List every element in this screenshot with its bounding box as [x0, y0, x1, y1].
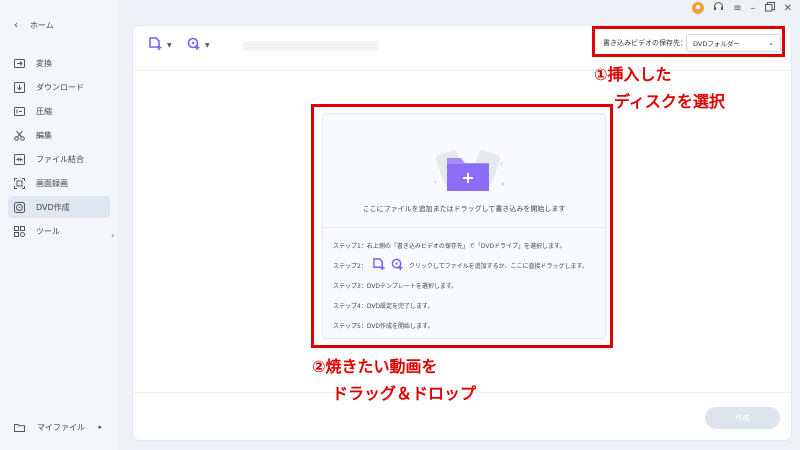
add-file-button[interactable]: ▼ — [149, 36, 172, 55]
annotation-text-1-line2: ディスクを選択 — [614, 92, 725, 111]
sidebar-item-label: 圧縮 — [36, 106, 52, 116]
close-icon[interactable]: ✕ — [784, 3, 792, 14]
sidebar-item-convert[interactable]: 変換 — [8, 52, 110, 74]
sidebar-item-label: 変換 — [36, 58, 52, 68]
convert-icon — [14, 58, 25, 69]
toolbar-placeholder-bar — [243, 41, 379, 51]
chevron-left-icon: ‹ — [14, 20, 18, 31]
chevron-right-icon: ▸ — [98, 423, 102, 431]
sidebar-item-label: 編集 — [36, 130, 52, 140]
folder-icon — [14, 422, 25, 433]
headset-icon[interactable] — [713, 1, 724, 15]
annotation-text-2-line2: ドラッグ＆ドロップ — [332, 384, 477, 403]
collapse-sidebar-icon[interactable]: ‹ — [111, 231, 114, 240]
annotation-box-dropzone — [311, 104, 613, 348]
sidebar-item-merge[interactable]: ファイル結合 — [8, 148, 110, 170]
sidebar-item-label: ツール — [36, 226, 60, 236]
compress-icon — [14, 106, 25, 117]
menu-icon[interactable]: ≡ — [733, 3, 741, 14]
title-bar: ≡ – ✕ — [692, 0, 792, 16]
sidebar-item-label: DVD作成 — [36, 202, 70, 212]
grid-icon — [14, 225, 25, 237]
sidebar-item-download[interactable]: ダウンロード — [8, 76, 110, 98]
sidebar-item-edit[interactable]: 編集 — [8, 124, 110, 146]
add-media-icon — [187, 36, 201, 55]
avatar[interactable] — [692, 2, 705, 14]
sidebar-item-label: ダウンロード — [36, 82, 84, 92]
home-link[interactable]: ‹ ホーム — [14, 20, 54, 31]
download-icon — [14, 81, 25, 93]
annotation-text-2-line1: ②焼きたい動画を — [312, 357, 438, 376]
merge-icon — [14, 153, 25, 165]
chevron-down-icon: ▼ — [167, 42, 172, 49]
sidebar-item-label: 画面録画 — [36, 178, 68, 188]
my-files-label: マイファイル — [37, 422, 85, 432]
home-label: ホーム — [30, 21, 54, 30]
minimize-icon[interactable]: – — [751, 3, 756, 14]
scissors-icon — [14, 130, 25, 141]
create-button[interactable]: 作成 — [705, 407, 780, 429]
my-files-button[interactable]: マイファイル ▸ — [8, 416, 108, 438]
annotation-box-destination — [592, 26, 785, 57]
sidebar-item-tools[interactable]: ツール — [8, 220, 110, 242]
disc-icon — [14, 201, 25, 213]
sidebar-item-compress[interactable]: 圧縮 — [8, 100, 110, 122]
chevron-down-icon: ▼ — [205, 42, 210, 49]
restore-icon[interactable] — [764, 1, 775, 15]
sidebar: ‹ ホーム 変換 ダウンロード 圧縮 編集 ファイル結合 画面録画 DVD作成 … — [0, 0, 118, 450]
annotation-text-1-line1: ①挿入した — [594, 65, 672, 84]
sidebar-item-screen-record[interactable]: 画面録画 — [8, 172, 110, 194]
screen-record-icon — [14, 177, 25, 189]
add-media-button[interactable]: ▼ — [187, 36, 210, 55]
toolbar-divider — [133, 70, 791, 71]
sidebar-item-dvd-create[interactable]: DVD作成 — [8, 196, 110, 218]
sidebar-nav: 変換 ダウンロード 圧縮 編集 ファイル結合 画面録画 DVD作成 ツール — [8, 52, 110, 244]
add-file-icon — [149, 36, 163, 55]
sidebar-item-label: ファイル結合 — [36, 154, 84, 164]
